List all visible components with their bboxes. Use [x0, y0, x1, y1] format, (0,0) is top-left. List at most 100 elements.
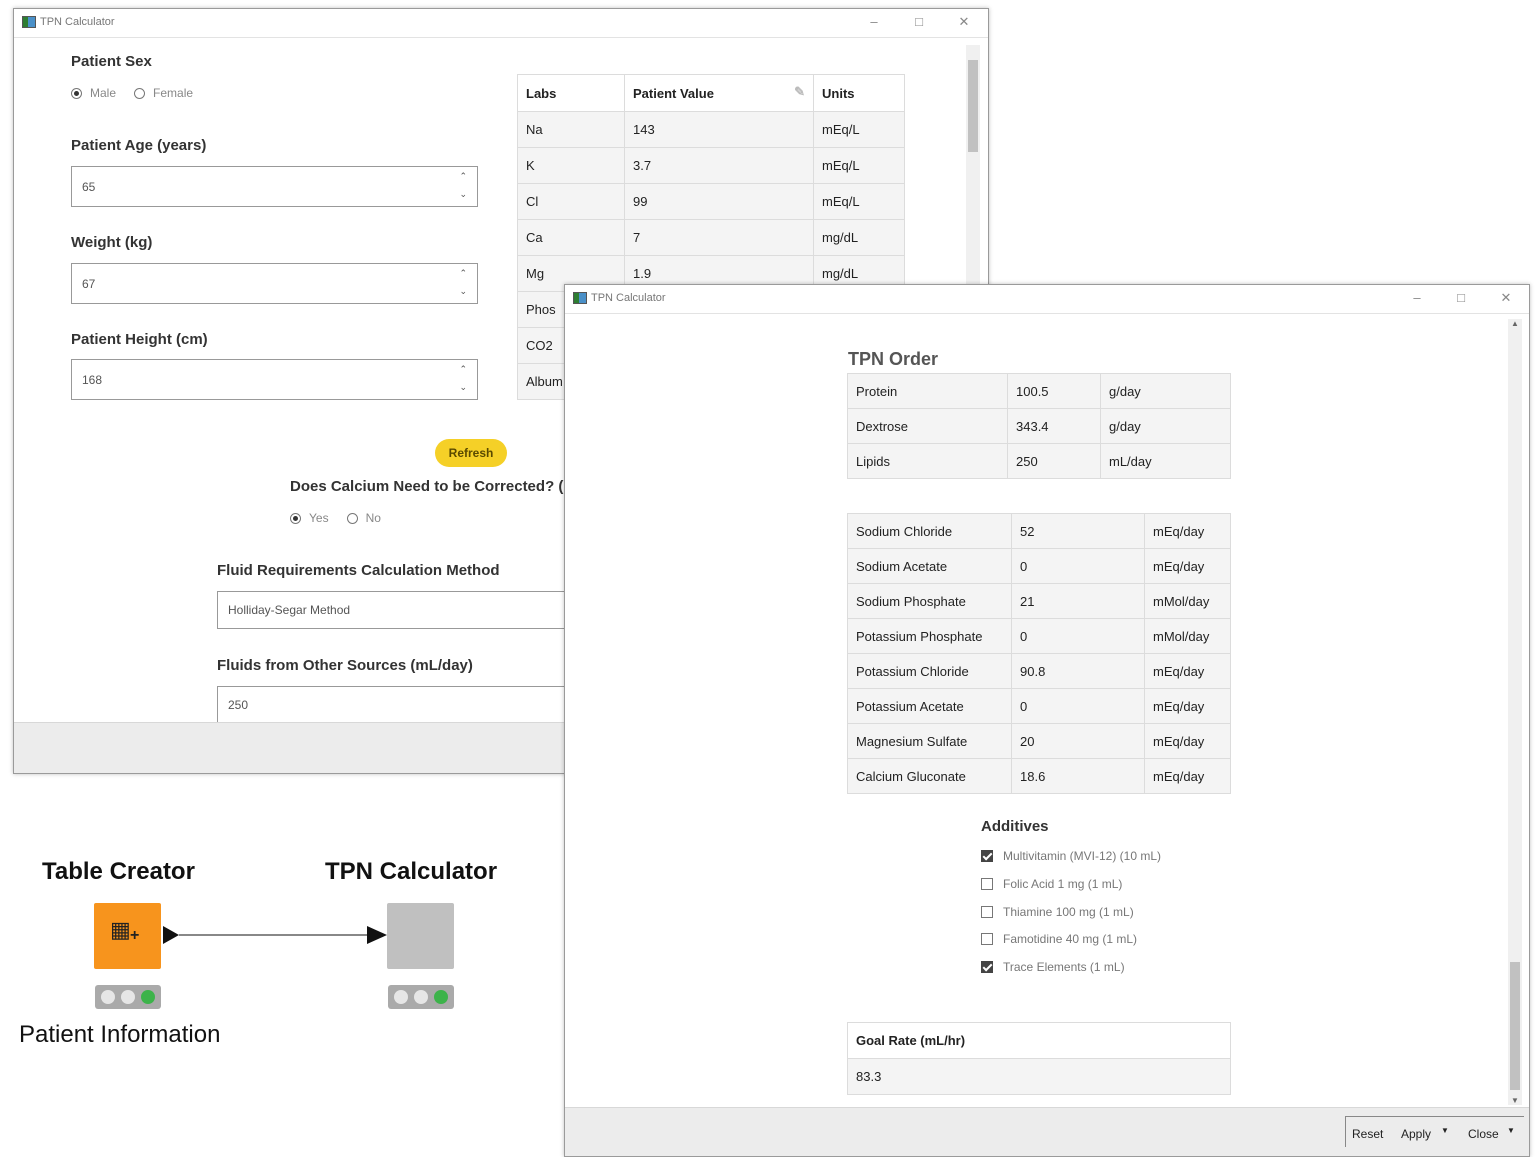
table-row: Potassium Acetate 0 mEq/day: [847, 688, 1231, 724]
chevron-up-icon[interactable]: ⌃: [459, 171, 467, 182]
tpn-order-title: TPN Order: [848, 349, 939, 369]
minimize-icon[interactable]: –: [1407, 290, 1427, 305]
checkbox-checked[interactable]: [981, 961, 993, 973]
additive-checkbox-multivitamin[interactable]: Multivitamin (MVI-12) (10 mL): [981, 849, 1161, 863]
macro-value: 250: [1007, 443, 1101, 479]
close-dropdown-icon[interactable]: ▼: [1507, 1126, 1515, 1135]
minimize-icon[interactable]: –: [864, 14, 884, 29]
patient-height-value: 168: [82, 373, 103, 387]
electrolyte-unit: mEq/day: [1144, 758, 1231, 794]
checkbox-unchecked[interactable]: [981, 906, 993, 918]
checkbox-unchecked[interactable]: [981, 878, 993, 890]
additive-checkbox-thiamine[interactable]: Thiamine 100 mg (1 mL): [981, 905, 1134, 919]
chevron-up-icon[interactable]: ⌃: [459, 268, 467, 279]
lab-value[interactable]: 7: [624, 219, 814, 256]
lab-unit: mEq/L: [813, 111, 905, 148]
electrolyte-name: Sodium Chloride: [847, 513, 1012, 549]
electrolyte-name: Potassium Phosphate: [847, 618, 1012, 654]
maximize-icon[interactable]: □: [1451, 290, 1471, 305]
lab-unit: mEq/L: [813, 147, 905, 184]
lab-value[interactable]: 99: [624, 183, 814, 220]
male-radio[interactable]: [71, 87, 82, 99]
patient-age-value: 65: [82, 180, 96, 194]
maximize-icon[interactable]: □: [909, 14, 929, 29]
table-row: Ca 7 mg/dL: [517, 219, 905, 256]
table-creator-node[interactable]: ▦ +: [94, 903, 161, 969]
close-icon[interactable]: ✕: [954, 14, 974, 30]
patient-value-column-header: Patient Value ✎: [624, 74, 814, 112]
table-row: Potassium Phosphate 0 mMol/day: [847, 618, 1231, 654]
electrolyte-unit: mEq/day: [1144, 723, 1231, 759]
lab-unit: mg/dL: [813, 219, 905, 256]
apply-dropdown-icon[interactable]: ▼: [1441, 1126, 1449, 1135]
lab-value[interactable]: 3.7: [624, 147, 814, 184]
chevron-down-icon[interactable]: ⌄: [459, 286, 467, 297]
electrolyte-value: 52: [1011, 513, 1145, 549]
additive-checkbox-trace-elements[interactable]: Trace Elements (1 mL): [981, 960, 1125, 974]
status-dot-yellow: [121, 990, 135, 1004]
patient-height-spinner[interactable]: 168 ⌃ ⌄: [71, 359, 478, 400]
labs-column-header: Labs: [517, 74, 625, 112]
lab-name: K: [517, 147, 625, 184]
electrolyte-name: Potassium Chloride: [847, 653, 1012, 689]
reset-button[interactable]: Reset: [1352, 1127, 1383, 1141]
electrolyte-unit: mEq/day: [1144, 548, 1231, 584]
macro-value: 100.5: [1007, 373, 1101, 409]
electrolyte-value: 0: [1011, 618, 1145, 654]
table-row: Lipids 250 mL/day: [847, 443, 1231, 479]
lab-value[interactable]: 143: [624, 111, 814, 148]
scrollbar-thumb[interactable]: [968, 60, 978, 152]
close-button[interactable]: Close: [1468, 1127, 1499, 1141]
refresh-button[interactable]: Refresh: [435, 439, 507, 467]
vertical-scrollbar[interactable]: ▲ ▼: [1508, 319, 1522, 1105]
electrolyte-value: 90.8: [1011, 653, 1145, 689]
pencil-icon[interactable]: ✎: [794, 84, 805, 100]
electrolytes-table: Sodium Chloride 52 mEq/day Sodium Acetate 0…: [847, 513, 1231, 794]
additive-checkbox-famotidine[interactable]: Famotidine 40 mg (1 mL): [981, 932, 1137, 946]
no-radio-label: No: [365, 511, 381, 525]
scroll-up-icon[interactable]: ▲: [1511, 319, 1519, 328]
chevron-up-icon[interactable]: ⌃: [459, 364, 467, 375]
electrolyte-name: Magnesium Sulfate: [847, 723, 1012, 759]
macro-unit: mL/day: [1100, 443, 1231, 479]
scrollbar-thumb[interactable]: [1510, 962, 1520, 1090]
patient-height-label: Patient Height (cm): [71, 331, 208, 348]
additive-checkbox-folic-acid[interactable]: Folic Acid 1 mg (1 mL): [981, 877, 1122, 891]
status-dot-red: [394, 990, 408, 1004]
table-row: Sodium Acetate 0 mEq/day: [847, 548, 1231, 584]
checkbox-unchecked[interactable]: [981, 933, 993, 945]
goal-rate-value: 83.3: [847, 1058, 1231, 1095]
units-column-header: Units: [813, 74, 905, 112]
table-row: Magnesium Sulfate 20 mEq/day: [847, 723, 1231, 759]
tpn-output-window: TPN Calculator – □ ✕ TPN Order Protein 10…: [564, 284, 1530, 1157]
no-radio[interactable]: [346, 512, 358, 524]
female-radio-label: Female: [153, 86, 194, 100]
female-radio[interactable]: [134, 87, 146, 99]
table-creator-node-label: Patient Information: [19, 1021, 221, 1048]
electrolyte-unit: mMol/day: [1144, 618, 1231, 654]
electrolyte-name: Sodium Phosphate: [847, 583, 1012, 619]
patient-age-spinner[interactable]: 65 ⌃ ⌄: [71, 166, 478, 207]
apply-button[interactable]: Apply: [1401, 1127, 1431, 1141]
status-dot-yellow: [414, 990, 428, 1004]
chevron-down-icon[interactable]: ⌄: [459, 382, 467, 393]
additive-label: Multivitamin (MVI-12) (10 mL): [1003, 849, 1162, 863]
lab-name: Na: [517, 111, 625, 148]
scroll-down-icon[interactable]: ▼: [1511, 1096, 1519, 1105]
close-icon[interactable]: ✕: [1496, 290, 1516, 306]
macro-name: Protein: [847, 373, 1008, 409]
chevron-down-icon[interactable]: ⌄: [459, 189, 467, 200]
tpn-calculator-node[interactable]: [387, 903, 454, 969]
table-row: Calcium Gluconate 18.6 mEq/day: [847, 758, 1231, 794]
status-dot-red: [101, 990, 115, 1004]
checkbox-checked[interactable]: [981, 850, 993, 862]
table-row: Protein 100.5 g/day: [847, 373, 1231, 409]
table-row: Dextrose 343.4 g/day: [847, 408, 1231, 444]
weight-label: Weight (kg): [71, 234, 153, 251]
yes-radio[interactable]: [290, 512, 301, 524]
patient-sex-radio-group: Male Female: [71, 86, 211, 100]
status-dot-green: [434, 990, 448, 1004]
patient-age-label: Patient Age (years): [71, 137, 207, 154]
weight-spinner[interactable]: 67 ⌃ ⌄: [71, 263, 478, 304]
electrolyte-value: 20: [1011, 723, 1145, 759]
